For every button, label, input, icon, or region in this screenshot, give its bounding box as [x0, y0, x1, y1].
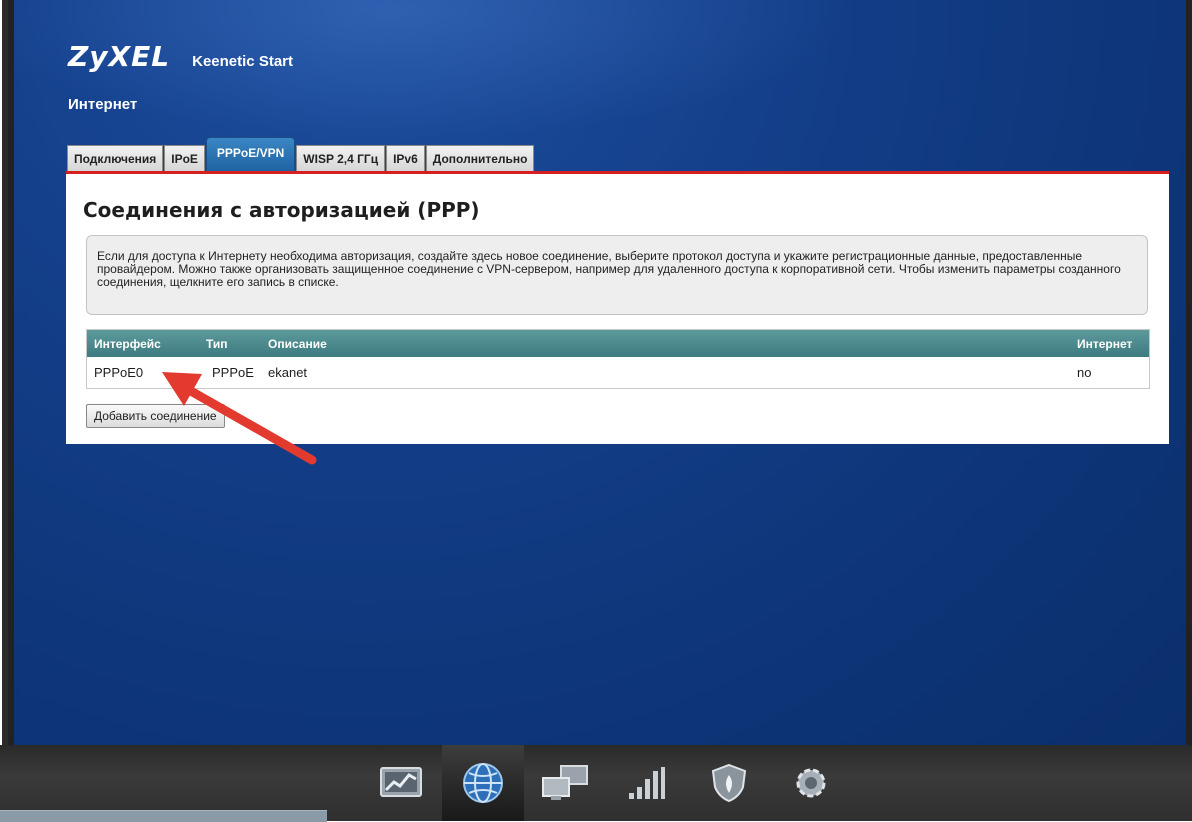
- product-name: Keenetic Start: [192, 53, 293, 70]
- nav-system[interactable]: [770, 745, 852, 821]
- tab-wisp[interactable]: WISP 2,4 ГГц: [296, 145, 386, 171]
- monitor-chart-icon: [380, 767, 422, 797]
- table-row[interactable]: PPPoE0 PPPoE ekanet no: [87, 357, 1149, 388]
- column-header-interface: Интерфейс: [94, 336, 161, 351]
- content-panel: Соединения с авторизацией (PPP) Если для…: [66, 171, 1169, 444]
- tab-advanced[interactable]: Дополнительно: [425, 145, 535, 171]
- page-title: Интернет: [68, 96, 138, 113]
- tab-ipoe[interactable]: IPoE: [164, 145, 205, 171]
- add-connection-button[interactable]: Добавить соединение: [86, 404, 225, 428]
- bottom-navigation: [0, 745, 1192, 822]
- column-header-internet: Интернет: [1077, 336, 1133, 351]
- cell-interface: PPPoE0: [94, 365, 144, 380]
- info-box: Если для доступа к Интернету необходима …: [86, 235, 1148, 315]
- tab-connections[interactable]: Подключения: [67, 145, 164, 171]
- zyxel-logo: ZyXEL: [68, 40, 171, 73]
- cell-type: PPPoE: [212, 365, 254, 380]
- nav-home-network[interactable]: [524, 745, 606, 821]
- window-frame-left: [0, 0, 8, 821]
- wifi-signal-icon: [629, 767, 665, 799]
- nav-wifi[interactable]: [606, 745, 688, 821]
- nav-security[interactable]: [688, 745, 770, 821]
- brand-header: ZyXEL Keenetic Start: [68, 40, 293, 73]
- tab-ipv6[interactable]: IPv6: [386, 145, 425, 171]
- column-header-type: Тип: [206, 336, 228, 351]
- nav-internet[interactable]: [442, 745, 524, 821]
- cell-internet: no: [1077, 365, 1092, 380]
- tab-bar: Подключения IPoE PPPoE/VPN WISP 2,4 ГГц …: [67, 135, 535, 171]
- router-web-ui: ZyXEL Keenetic Start Интернет Подключени…: [8, 0, 1192, 745]
- tab-pppoe-vpn[interactable]: PPPoE/VPN: [205, 137, 296, 171]
- shield-icon: [711, 763, 747, 803]
- network-computers-icon: [542, 765, 588, 800]
- globe-icon: [463, 763, 503, 803]
- column-header-description: Описание: [268, 336, 327, 351]
- table-header: Интерфейс Тип Описание Интернет: [87, 330, 1149, 357]
- nav-monitor[interactable]: [360, 745, 442, 821]
- gear-icon: [796, 768, 826, 798]
- taskbar-strip: [0, 810, 327, 822]
- connections-table: Интерфейс Тип Описание Интернет PPPoE0 P…: [86, 329, 1150, 389]
- cell-description: ekanet: [268, 365, 308, 380]
- panel-heading: Соединения с авторизацией (PPP): [83, 198, 480, 222]
